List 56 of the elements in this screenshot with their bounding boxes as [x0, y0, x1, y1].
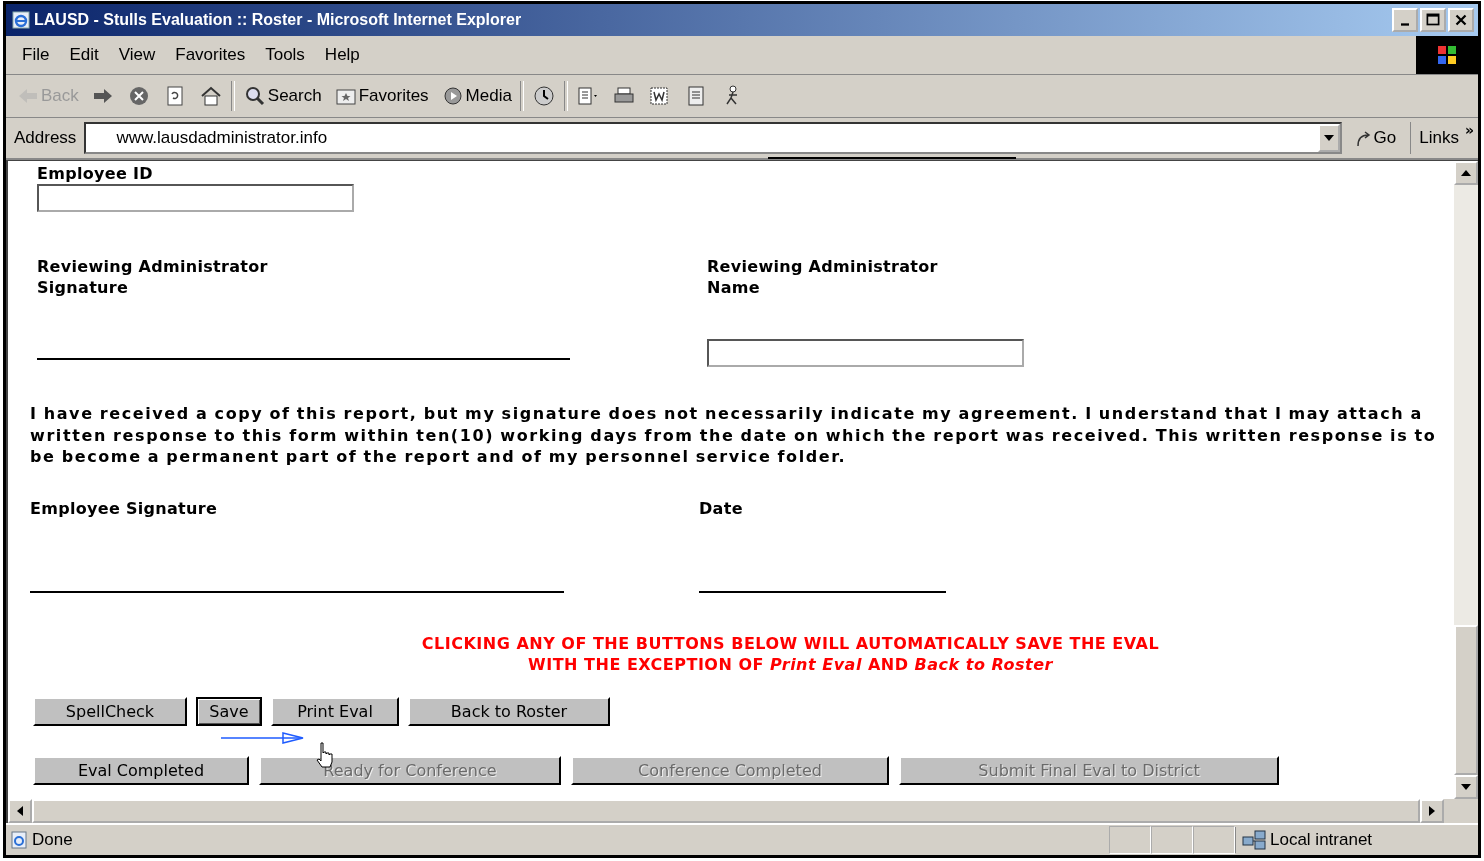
scrollbar-corner	[1444, 799, 1478, 823]
form-button[interactable]: SpellCheck	[33, 696, 187, 726]
maximize-icon	[1424, 12, 1442, 28]
menu-item[interactable]: Edit	[59, 45, 109, 65]
caret-icon	[1323, 135, 1334, 141]
scroll-right-button[interactable]	[1420, 799, 1444, 823]
close-button[interactable]	[1448, 8, 1474, 32]
acknowledgement-text: I have received a copy of this report, but my signature does not necessarily indicate my agreement. I understand that I may attach a written response to this form within ten(10) working days from the date on which the report was received. This written response is to be become a permanent part of the report and of my personnel service folder.	[30, 403, 1438, 468]
menu-item[interactable]: View	[108, 45, 166, 65]
scroll-left-button[interactable]	[8, 799, 32, 823]
caret-icon	[17, 806, 23, 816]
page-icon	[10, 831, 28, 849]
form-button[interactable]: Back to Roster	[408, 696, 610, 726]
menu-item[interactable]: File	[12, 45, 60, 65]
windows-logo-icon	[1416, 36, 1478, 74]
form-button[interactable]: Print Eval	[271, 696, 399, 726]
address-field[interactable]: www.lausdadministrator.info	[84, 122, 1342, 154]
field-label: Reviewing Administrator Name	[707, 256, 939, 298]
warning-text: WITH THE EXCEPTION OF Print Eval AND Back to Roster	[528, 653, 1053, 675]
more-links-button[interactable]: »	[1464, 122, 1474, 138]
reviewer-name-field[interactable]	[707, 339, 1024, 367]
form-button[interactable]: Eval Completed	[33, 755, 249, 785]
field-label: Employee ID	[37, 163, 154, 184]
scrollbar-thumb[interactable]	[1454, 625, 1478, 775]
go-button[interactable]: Go	[1353, 122, 1412, 154]
network-icon	[1242, 829, 1266, 851]
zone-text: Local intranet	[1270, 830, 1373, 850]
search-button[interactable]: Search	[238, 82, 326, 110]
warning-text: CLICKING ANY OF THE BUTTONS BELOW WILL AUTOMATICALLY SAVE THE EVAL	[421, 632, 1160, 654]
links-button[interactable]: Links	[1419, 128, 1459, 148]
field-label: Employee Signature	[30, 497, 219, 519]
field-label: Date	[699, 497, 744, 519]
form-button[interactable]: Save	[196, 696, 262, 726]
dropdown-button[interactable]	[1317, 124, 1340, 152]
employee-id-field[interactable]	[37, 184, 354, 212]
scrollbar-thumb[interactable]	[32, 799, 1420, 823]
status-text: Done	[32, 830, 74, 850]
field-label: Reviewing Administrator Signature	[37, 256, 269, 298]
menu-item[interactable]: Help	[314, 45, 370, 65]
media-button[interactable]: Media	[436, 82, 516, 110]
address-label: Address	[14, 128, 77, 148]
caret-icon	[1461, 784, 1471, 790]
mail-icon	[575, 84, 600, 108]
minimize-button[interactable]	[1392, 8, 1418, 32]
maximize-button[interactable]	[1420, 8, 1446, 32]
scroll-up-button[interactable]	[1454, 161, 1478, 185]
history-icon	[531, 84, 556, 108]
browser-logo-icon	[12, 11, 30, 29]
scroll-down-button[interactable]	[1454, 775, 1478, 799]
caret-icon	[1461, 170, 1471, 176]
window-title: LAUSD - Stulls Evaluation :: Roster - Microsoft Internet Explorer	[34, 11, 522, 29]
minimize-icon	[1401, 22, 1409, 26]
caret-icon	[1429, 806, 1435, 816]
menu-item[interactable]: Tools	[255, 45, 315, 65]
favorites-button[interactable]: Favorites	[329, 82, 433, 110]
menu-item[interactable]: Favorites	[165, 45, 256, 65]
